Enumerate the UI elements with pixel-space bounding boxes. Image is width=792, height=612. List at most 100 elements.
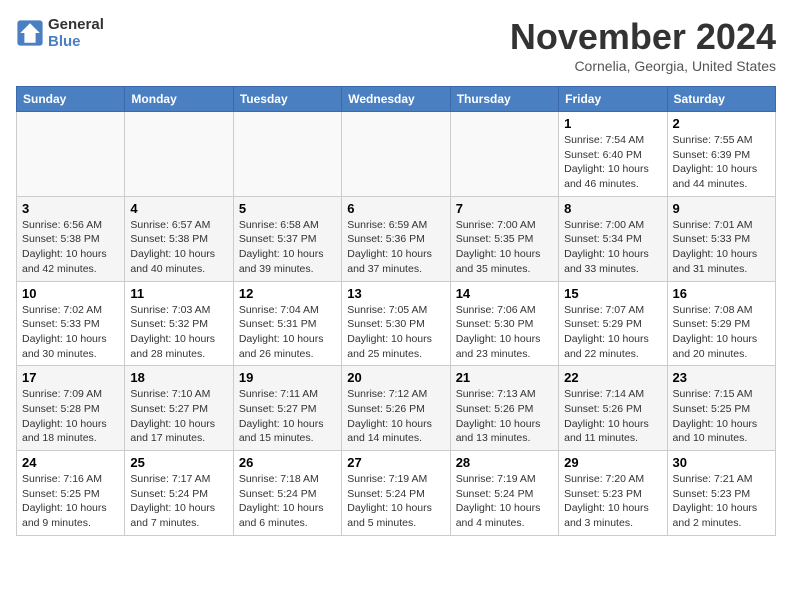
day-number: 14: [456, 286, 553, 301]
day-info: Sunrise: 7:11 AMSunset: 5:27 PMDaylight:…: [239, 387, 336, 446]
calendar-cell: 16 Sunrise: 7:08 AMSunset: 5:29 PMDayligh…: [667, 281, 775, 366]
day-info: Sunrise: 7:06 AMSunset: 5:30 PMDaylight:…: [456, 303, 553, 362]
calendar-cell: 8Sunrise: 7:00 AMSunset: 5:34 PMDaylight…: [559, 196, 667, 281]
calendar-cell: 2Sunrise: 7:55 AMSunset: 6:39 PMDaylight…: [667, 112, 775, 197]
day-info: Sunrise: 7:05 AMSunset: 5:30 PMDaylight:…: [347, 303, 444, 362]
day-info: Sunrise: 7:19 AMSunset: 5:24 PMDaylight:…: [456, 472, 553, 531]
day-info: Sunrise: 7:54 AMSunset: 6:40 PMDaylight:…: [564, 133, 661, 192]
calendar-cell: [450, 112, 558, 197]
weekday-header: Thursday: [450, 87, 558, 112]
day-number: 16: [673, 286, 770, 301]
calendar-cell: 30 Sunrise: 7:21 AMSunset: 5:23 PMDayligh…: [667, 451, 775, 536]
calendar-cell: 15 Sunrise: 7:07 AMSunset: 5:29 PMDayligh…: [559, 281, 667, 366]
calendar-cell: 24 Sunrise: 7:16 AMSunset: 5:25 PMDayligh…: [17, 451, 125, 536]
day-info: Sunrise: 7:15 AMSunset: 5:25 PMDaylight:…: [673, 387, 770, 446]
weekday-header: Friday: [559, 87, 667, 112]
calendar-week-row: 3 Sunrise: 6:56 AMSunset: 5:38 PMDaylight…: [17, 196, 776, 281]
day-number: 2: [673, 116, 770, 131]
day-info: Sunrise: 7:10 AMSunset: 5:27 PMDaylight:…: [130, 387, 227, 446]
day-info: Sunrise: 6:57 AMSunset: 5:38 PMDaylight:…: [130, 218, 227, 277]
logo: General Blue: [16, 16, 104, 50]
calendar-cell: 11Sunrise: 7:03 AMSunset: 5:32 PMDayligh…: [125, 281, 233, 366]
day-info: Sunrise: 6:56 AMSunset: 5:38 PMDaylight:…: [22, 218, 119, 277]
logo-icon: [16, 19, 44, 47]
day-info: Sunrise: 7:16 AMSunset: 5:25 PMDaylight:…: [22, 472, 119, 531]
day-info: Sunrise: 7:02 AMSunset: 5:33 PMDaylight:…: [22, 303, 119, 362]
calendar-cell: 3 Sunrise: 6:56 AMSunset: 5:38 PMDaylight…: [17, 196, 125, 281]
day-number: 1: [564, 116, 661, 131]
day-number: 4: [130, 201, 227, 216]
day-info: Sunrise: 7:21 AMSunset: 5:23 PMDaylight:…: [673, 472, 770, 531]
title-block: November 2024 Cornelia, Georgia, United …: [510, 16, 776, 74]
day-info: Sunrise: 7:19 AMSunset: 5:24 PMDaylight:…: [347, 472, 444, 531]
day-info: Sunrise: 6:58 AMSunset: 5:37 PMDaylight:…: [239, 218, 336, 277]
day-number: 7: [456, 201, 553, 216]
day-number: 3: [22, 201, 119, 216]
day-number: 28: [456, 455, 553, 470]
calendar-cell: 7 Sunrise: 7:00 AMSunset: 5:35 PMDaylight…: [450, 196, 558, 281]
logo-line2: Blue: [48, 33, 104, 50]
day-number: 22: [564, 370, 661, 385]
day-info: Sunrise: 6:59 AMSunset: 5:36 PMDaylight:…: [347, 218, 444, 277]
calendar-cell: [125, 112, 233, 197]
weekday-header: Tuesday: [233, 87, 341, 112]
day-number: 17: [22, 370, 119, 385]
day-number: 26: [239, 455, 336, 470]
weekday-header: Monday: [125, 87, 233, 112]
day-info: Sunrise: 7:14 AMSunset: 5:26 PMDaylight:…: [564, 387, 661, 446]
weekday-header: Saturday: [667, 87, 775, 112]
day-number: 15: [564, 286, 661, 301]
calendar-cell: [233, 112, 341, 197]
calendar-cell: 5 Sunrise: 6:58 AMSunset: 5:37 PMDaylight…: [233, 196, 341, 281]
day-info: Sunrise: 7:17 AMSunset: 5:24 PMDaylight:…: [130, 472, 227, 531]
page-header: General Blue November 2024 Cornelia, Geo…: [16, 16, 776, 74]
day-number: 20: [347, 370, 444, 385]
day-number: 5: [239, 201, 336, 216]
day-info: Sunrise: 7:00 AMSunset: 5:34 PMDaylight:…: [564, 218, 661, 277]
calendar-cell: 27 Sunrise: 7:19 AMSunset: 5:24 PMDayligh…: [342, 451, 450, 536]
day-info: Sunrise: 7:01 AMSunset: 5:33 PMDaylight:…: [673, 218, 770, 277]
logo-line1: General: [48, 16, 104, 33]
calendar-cell: 28 Sunrise: 7:19 AMSunset: 5:24 PMDayligh…: [450, 451, 558, 536]
calendar-week-row: 10Sunrise: 7:02 AMSunset: 5:33 PMDayligh…: [17, 281, 776, 366]
day-info: Sunrise: 7:04 AMSunset: 5:31 PMDaylight:…: [239, 303, 336, 362]
calendar-cell: [17, 112, 125, 197]
calendar-week-row: 1 Sunrise: 7:54 AMSunset: 6:40 PMDaylight…: [17, 112, 776, 197]
day-info: Sunrise: 7:07 AMSunset: 5:29 PMDaylight:…: [564, 303, 661, 362]
day-number: 25: [130, 455, 227, 470]
day-info: Sunrise: 7:12 AMSunset: 5:26 PMDaylight:…: [347, 387, 444, 446]
day-info: Sunrise: 7:08 AMSunset: 5:29 PMDaylight:…: [673, 303, 770, 362]
day-number: 11: [130, 286, 227, 301]
day-number: 27: [347, 455, 444, 470]
calendar-cell: 19 Sunrise: 7:11 AMSunset: 5:27 PMDayligh…: [233, 366, 341, 451]
calendar-cell: 20 Sunrise: 7:12 AMSunset: 5:26 PMDayligh…: [342, 366, 450, 451]
day-info: Sunrise: 7:18 AMSunset: 5:24 PMDaylight:…: [239, 472, 336, 531]
day-number: 19: [239, 370, 336, 385]
calendar-cell: 29Sunrise: 7:20 AMSunset: 5:23 PMDayligh…: [559, 451, 667, 536]
weekday-header: Sunday: [17, 87, 125, 112]
day-number: 30: [673, 455, 770, 470]
month-title: November 2024: [510, 16, 776, 58]
day-number: 24: [22, 455, 119, 470]
calendar-cell: 25 Sunrise: 7:17 AMSunset: 5:24 PMDayligh…: [125, 451, 233, 536]
day-info: Sunrise: 7:09 AMSunset: 5:28 PMDaylight:…: [22, 387, 119, 446]
calendar-cell: 22 Sunrise: 7:14 AMSunset: 5:26 PMDayligh…: [559, 366, 667, 451]
day-number: 23: [673, 370, 770, 385]
day-info: Sunrise: 7:13 AMSunset: 5:26 PMDaylight:…: [456, 387, 553, 446]
day-number: 18: [130, 370, 227, 385]
calendar-cell: 18 Sunrise: 7:10 AMSunset: 5:27 PMDayligh…: [125, 366, 233, 451]
calendar-cell: 4 Sunrise: 6:57 AMSunset: 5:38 PMDaylight…: [125, 196, 233, 281]
calendar-table: SundayMondayTuesdayWednesdayThursdayFrid…: [16, 86, 776, 536]
calendar-cell: 21Sunrise: 7:13 AMSunset: 5:26 PMDayligh…: [450, 366, 558, 451]
calendar-week-row: 24 Sunrise: 7:16 AMSunset: 5:25 PMDayligh…: [17, 451, 776, 536]
day-info: Sunrise: 7:00 AMSunset: 5:35 PMDaylight:…: [456, 218, 553, 277]
weekday-header: Wednesday: [342, 87, 450, 112]
day-number: 29: [564, 455, 661, 470]
calendar-cell: 13 Sunrise: 7:05 AMSunset: 5:30 PMDayligh…: [342, 281, 450, 366]
calendar-cell: 9 Sunrise: 7:01 AMSunset: 5:33 PMDaylight…: [667, 196, 775, 281]
calendar-cell: 23 Sunrise: 7:15 AMSunset: 5:25 PMDayligh…: [667, 366, 775, 451]
day-number: 13: [347, 286, 444, 301]
day-number: 9: [673, 201, 770, 216]
calendar-week-row: 17 Sunrise: 7:09 AMSunset: 5:28 PMDayligh…: [17, 366, 776, 451]
calendar-cell: 12Sunrise: 7:04 AMSunset: 5:31 PMDayligh…: [233, 281, 341, 366]
